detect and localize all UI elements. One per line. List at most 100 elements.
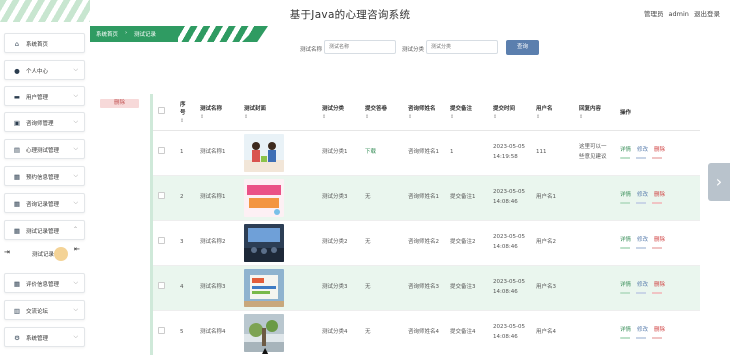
grid-icon: ▦ bbox=[13, 173, 21, 181]
delete-button[interactable]: 删除 bbox=[100, 99, 139, 108]
column-header-label: 序号 bbox=[180, 101, 186, 116]
username-label: admin bbox=[668, 10, 689, 18]
gear-icon: ⚙ bbox=[14, 334, 20, 342]
column-header[interactable]: 提交时间 ⇕ bbox=[488, 94, 531, 131]
logout-link[interactable]: 退出登录 bbox=[694, 10, 720, 18]
table-row: 2 测试名称1 测试分类3 无 咨询师姓名1 提交备注1 2023-05-05 14:08:… bbox=[153, 175, 700, 221]
top-bar: 基于Java的心理咨询系统 管理员 admin 退出登录 bbox=[0, 0, 730, 26]
row-checkbox[interactable] bbox=[158, 281, 165, 289]
sidebar-item-2[interactable]: ▬ 用户管理 ⌵ bbox=[4, 86, 85, 106]
row-checkbox[interactable] bbox=[158, 146, 165, 154]
delete-link[interactable]: 删除 bbox=[654, 147, 665, 153]
edit-link[interactable]: 修改 bbox=[637, 327, 648, 333]
edit-link[interactable]: 修改 bbox=[637, 237, 648, 243]
search-input-category[interactable] bbox=[426, 40, 498, 54]
breadcrumb-home[interactable]: 系统首页 bbox=[96, 30, 118, 38]
toolbar bbox=[92, 94, 148, 355]
click-indicator bbox=[54, 247, 68, 261]
sort-icon[interactable]: ⇕ bbox=[322, 114, 355, 120]
table-cell: 这里可以一些意见建议 bbox=[574, 130, 615, 176]
search-label-category: 测试分类 bbox=[402, 47, 425, 53]
cell-user: 用户名1 bbox=[536, 193, 556, 200]
edit-link[interactable]: 修改 bbox=[637, 282, 648, 288]
edit-link[interactable]: 修改 bbox=[637, 192, 648, 198]
delete-link[interactable]: 删除 bbox=[654, 192, 665, 198]
table-cell: 测试名称2 bbox=[195, 220, 239, 266]
delete-link[interactable]: 删除 bbox=[654, 237, 665, 243]
sort-icon[interactable]: ⇕ bbox=[450, 114, 483, 120]
search-input-name[interactable] bbox=[324, 40, 396, 54]
detail-link[interactable]: 详情 bbox=[620, 237, 631, 243]
cell-note: 提交备注4 bbox=[450, 328, 476, 335]
sidebar-item-4[interactable]: ▤ 心理测试管理 ⌵ bbox=[4, 139, 85, 159]
table-cell: 用户名2 bbox=[531, 220, 574, 266]
table-cell: 4 bbox=[175, 265, 195, 311]
op-underline bbox=[620, 336, 664, 339]
sort-icon[interactable]: ⇕ bbox=[493, 114, 526, 120]
column-header[interactable]: 测试封面 ⇕ bbox=[239, 94, 317, 131]
table-cell: 提交备注4 bbox=[445, 310, 488, 355]
sort-icon[interactable]: ⇕ bbox=[244, 114, 312, 120]
detail-link[interactable]: 详情 bbox=[620, 192, 631, 198]
column-header[interactable]: 咨询师姓名 ⇕ bbox=[403, 94, 445, 131]
users-icon: ▬ bbox=[13, 93, 21, 101]
column-header-label: 测试名称 bbox=[200, 105, 223, 112]
sidebar-item-label: 用户管理 bbox=[26, 95, 49, 101]
cell-time: 2023-05-05 14:19:58 bbox=[493, 144, 525, 160]
chevron-right-icon[interactable]: › bbox=[708, 163, 730, 201]
sort-icon[interactable]: ⇕ bbox=[408, 114, 440, 120]
sidebar-item-10[interactable]: ⚙ 系统管理 ⌵ bbox=[4, 327, 85, 347]
row-checkbox[interactable] bbox=[158, 191, 165, 199]
edit-link[interactable]: 修改 bbox=[637, 147, 648, 153]
table-cell: 详情 修改 删除 bbox=[615, 130, 700, 176]
column-header[interactable]: 序号 ⇕ bbox=[175, 94, 195, 131]
sidebar-item-7[interactable]: ▦ 测试记录管理 ⌃ bbox=[4, 220, 85, 240]
grid-icon: ▦ bbox=[13, 200, 21, 208]
table-cell bbox=[239, 220, 317, 266]
column-header[interactable]: 提交答卷 ⇕ bbox=[360, 94, 403, 131]
sidebar-item-1[interactable]: ● 个人中心 ⌵ bbox=[4, 60, 85, 80]
cell-submit[interactable]: 下载 bbox=[365, 149, 376, 155]
column-header[interactable]: 回复内容 ⇕ bbox=[574, 94, 615, 131]
sort-icon[interactable]: ⇕ bbox=[365, 114, 398, 120]
table-row: 5 测试名称4 测试分类4 无 咨询师姓名4 提交备注4 2023-05-05 14:08:… bbox=[153, 310, 700, 355]
sidebar-item-5[interactable]: ▦ 预约信息管理 ⌵ bbox=[4, 166, 85, 186]
row-checkbox[interactable] bbox=[158, 236, 165, 244]
cell-category: 测试分类3 bbox=[322, 193, 348, 200]
sidebar-item-3[interactable]: ▣ 咨询师管理 ⌵ bbox=[4, 112, 85, 132]
sort-icon[interactable]: ⇕ bbox=[180, 118, 190, 124]
column-header[interactable]: 提交备注 ⇕ bbox=[445, 94, 488, 131]
column-header[interactable]: 测试分类 ⇕ bbox=[317, 94, 360, 131]
sort-icon[interactable]: ⇕ bbox=[579, 114, 610, 120]
detail-link[interactable]: 详情 bbox=[620, 327, 631, 333]
delete-link[interactable]: 删除 bbox=[654, 327, 665, 333]
cell-submit: 无 bbox=[365, 328, 371, 335]
table-cell: 测试名称3 bbox=[195, 265, 239, 311]
detail-link[interactable]: 详情 bbox=[620, 282, 631, 288]
sidebar-item-6[interactable]: ▦ 咨询记录管理 ⌵ bbox=[4, 193, 85, 213]
sidebar-item-0[interactable]: ⌂ 系统首页 bbox=[4, 33, 85, 53]
grid-icon: ▦ bbox=[13, 227, 21, 235]
detail-link[interactable]: 详情 bbox=[620, 147, 631, 153]
table-cell: 1 bbox=[445, 130, 488, 176]
cell-submit: 无 bbox=[365, 238, 371, 245]
table-cell bbox=[153, 310, 175, 355]
table-row: 3 测试名称2 测试分类2 无 咨询师姓名2 提交备注2 2023-05-05 14:08:… bbox=[153, 220, 700, 266]
sort-icon[interactable]: ⇕ bbox=[536, 114, 569, 120]
sidebar-item-label: 心理测试管理 bbox=[26, 148, 60, 154]
table-cell: 无 bbox=[360, 175, 403, 221]
delete-link[interactable]: 删除 bbox=[654, 282, 665, 288]
sidebar-item-8[interactable]: ▦ 评价信息管理 ⌵ bbox=[4, 273, 85, 293]
submenu-item-test-record[interactable]: 测试记录 bbox=[4, 244, 85, 262]
column-header[interactable]: 操作 bbox=[615, 94, 700, 131]
column-header[interactable]: 测试名称 ⇕ bbox=[195, 94, 239, 131]
sidebar-item-9[interactable]: ▥ 交流论坛 ⌵ bbox=[4, 300, 85, 320]
row-checkbox[interactable] bbox=[158, 326, 165, 334]
column-header-label: 操作 bbox=[620, 109, 632, 116]
search-button[interactable]: 查询 bbox=[506, 40, 539, 55]
sidebar-item-label: 系统首页 bbox=[26, 42, 49, 48]
select-all-checkbox[interactable] bbox=[158, 107, 165, 115]
cell-counselor: 咨询师姓名1 bbox=[408, 193, 439, 200]
column-header[interactable]: 用户名 ⇕ bbox=[531, 94, 574, 131]
sort-icon[interactable]: ⇕ bbox=[200, 114, 234, 120]
